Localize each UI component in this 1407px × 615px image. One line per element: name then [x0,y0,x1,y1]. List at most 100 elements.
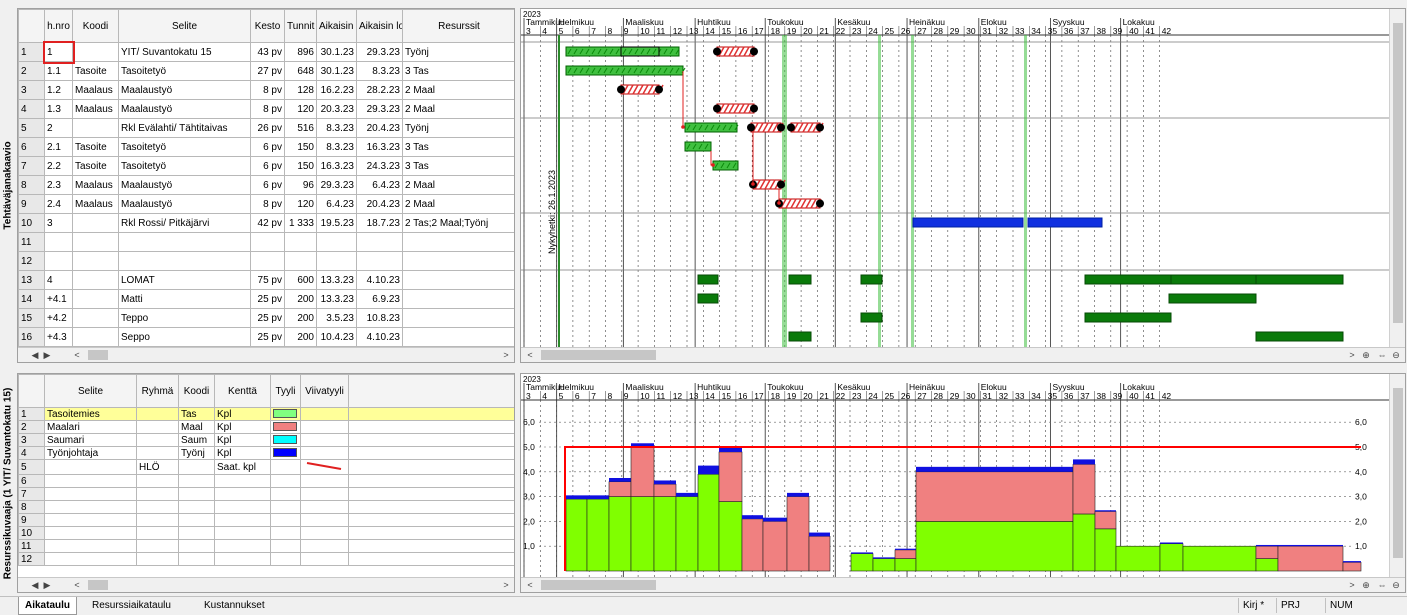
resource-cell-selite[interactable] [44,459,137,475]
resource-table-hscroll[interactable]: ◀ ▶ < > [18,577,514,592]
resource-row[interactable]: 4 Työnjohtaja Työnj Kpl [18,446,514,460]
resource-row[interactable]: 10 [18,526,514,540]
task-cell-selite[interactable]: Seppo [118,327,251,347]
task-cell-res[interactable]: 2 Tas;2 Maal;Työnj [402,213,514,233]
scroll-right-icon[interactable]: > [499,578,513,592]
task-cell-tunnit[interactable]: 150 [284,156,317,176]
row-number[interactable]: 1 [18,407,45,421]
task-cell-kesto[interactable]: 6 pv [250,156,285,176]
resource-cell-koodi[interactable]: Saum [178,433,215,447]
scroll-right-icon[interactable]: > [1345,578,1359,592]
row-number[interactable]: 6 [18,137,45,157]
resource-cell-selite[interactable] [44,513,137,527]
task-cell-hnro[interactable]: 1.2 [44,80,73,100]
task-cell-selite[interactable]: Maalaustyö [118,80,251,100]
row-number[interactable]: 12 [18,552,45,566]
row-number[interactable]: 11 [18,539,45,553]
task-cell-selite[interactable]: Maalaustyö [118,99,251,119]
task-row[interactable]: 13 4 LOMAT 75 pv 600 13.3.23 4.10.23 [18,270,514,290]
task-cell-selite[interactable]: Tasoitetyö [118,156,251,176]
gantt-bar[interactable] [860,274,883,285]
scroll-left-icon[interactable]: < [70,348,84,362]
resource-cell-ryhma[interactable] [136,420,179,434]
task-cell-hnro[interactable]: +4.1 [44,289,73,309]
resource-cell-koodi[interactable] [178,459,215,475]
task-cell-selite[interactable]: Matti [118,289,251,309]
task-cell-kesto[interactable]: 25 pv [250,289,285,309]
task-cell-hnro[interactable]: 4 [44,270,73,290]
scroll-thumb[interactable] [1393,388,1403,558]
scroll-left-icon[interactable]: < [70,578,84,592]
task-cell-res[interactable]: 2 Maal [402,80,514,100]
resource-cell-koodi[interactable] [178,474,215,488]
linestyle-cell[interactable] [300,513,349,527]
scroll-left-icon[interactable]: < [523,348,537,362]
task-cell-koodi[interactable]: Maalaus [72,175,119,195]
resource-cell-kentta[interactable] [214,513,271,527]
task-row[interactable]: 3 1.2 Maalaus Maalaustyö 8 pv 128 16.2.23 28.2.… [18,80,514,100]
resource-cell-ryhma[interactable] [136,552,179,566]
task-cell-res[interactable] [402,270,514,290]
resource-cell-koodi[interactable]: Tas [178,407,215,421]
task-cell-hnro[interactable] [44,232,73,252]
row-number[interactable]: 2 [18,420,45,434]
task-cell-alku[interactable]: 6.4.23 [316,194,357,214]
task-row[interactable]: 10 3 Rkl Rossi/ Pitkäjärvi 42 pv 1 333 19.5.2… [18,213,514,233]
histogram-hscroll[interactable]: < > ⊕ ⇔ ⊖ [521,577,1405,592]
column-header[interactable]: Selite [118,9,251,43]
style-cell[interactable] [270,474,301,488]
task-cell-tunnit[interactable]: 896 [284,42,317,62]
linestyle-cell[interactable] [300,474,349,488]
tab-aikataulu[interactable]: Aikataulu [18,597,78,615]
task-cell-tunnit[interactable]: 150 [284,137,317,157]
task-cell-selite[interactable]: Rkl Rossi/ Pitkäjärvi [118,213,251,233]
style-cell[interactable] [270,500,301,514]
task-cell-tunnit[interactable]: 200 [284,289,317,309]
column-header[interactable]: Aikaisin alku [316,9,357,43]
resource-cell-koodi[interactable] [178,513,215,527]
style-cell[interactable] [270,513,301,527]
resource-cell-koodi[interactable]: Maal [178,420,215,434]
linestyle-cell[interactable] [300,487,349,501]
resource-row[interactable]: 8 [18,500,514,514]
resource-cell-selite[interactable] [44,500,137,514]
task-cell-selite[interactable]: Tasoitetyö [118,61,251,81]
linestyle-cell[interactable] [300,459,349,475]
column-header[interactable]: Selite [44,374,137,408]
task-cell-selite[interactable] [118,232,251,252]
resource-cell-koodi[interactable] [178,526,215,540]
gantt-bar[interactable] [860,312,883,323]
task-cell-alku[interactable] [316,251,357,271]
task-cell-hnro[interactable]: 1.1 [44,61,73,81]
resource-row[interactable]: 3 Saumari Saum Kpl [18,433,514,447]
resource-cell-ryhma[interactable] [136,526,179,540]
tab-kustannukset[interactable]: Kustannukset [198,597,271,615]
resource-cell-kentta[interactable]: Kpl [214,446,271,460]
resource-cell-selite[interactable] [44,487,137,501]
task-cell-res[interactable]: 2 Maal [402,175,514,195]
gantt-bar[interactable] [1255,331,1344,342]
gantt-bar[interactable] [788,274,812,285]
task-cell-loppu[interactable]: 18.7.23 [356,213,403,233]
task-cell-res[interactable]: 3 Tas [402,61,514,81]
task-row[interactable]: 14 +4.1 Matti 25 pv 200 13.3.23 6.9.23 [18,289,514,309]
resource-cell-selite[interactable]: Maalari [44,420,137,434]
row-number[interactable]: 12 [18,251,45,271]
task-row[interactable]: 15 +4.2 Teppo 25 pv 200 3.5.23 10.8.23 [18,308,514,328]
resource-row[interactable]: 7 [18,487,514,501]
style-cell[interactable] [270,459,301,475]
resource-cell-koodi[interactable] [178,500,215,514]
task-cell-tunnit[interactable]: 516 [284,118,317,138]
resource-cell-ryhma[interactable] [136,407,179,421]
task-cell-loppu[interactable]: 16.3.23 [356,137,403,157]
resource-cell-kentta[interactable] [214,526,271,540]
task-row[interactable]: 16 +4.3 Seppo 25 pv 200 10.4.23 4.10.23 [18,327,514,347]
task-cell-kesto[interactable]: 8 pv [250,194,285,214]
task-row[interactable]: 2 1.1 Tasoite Tasoitetyö 27 pv 648 30.1.23 8.3.… [18,61,514,81]
task-cell-res[interactable] [402,308,514,328]
row-number[interactable]: 4 [18,446,45,460]
task-cell-tunnit[interactable]: 600 [284,270,317,290]
resource-cell-kentta[interactable] [214,500,271,514]
resource-cell-koodi[interactable] [178,552,215,566]
task-cell-loppu[interactable]: 20.4.23 [356,194,403,214]
